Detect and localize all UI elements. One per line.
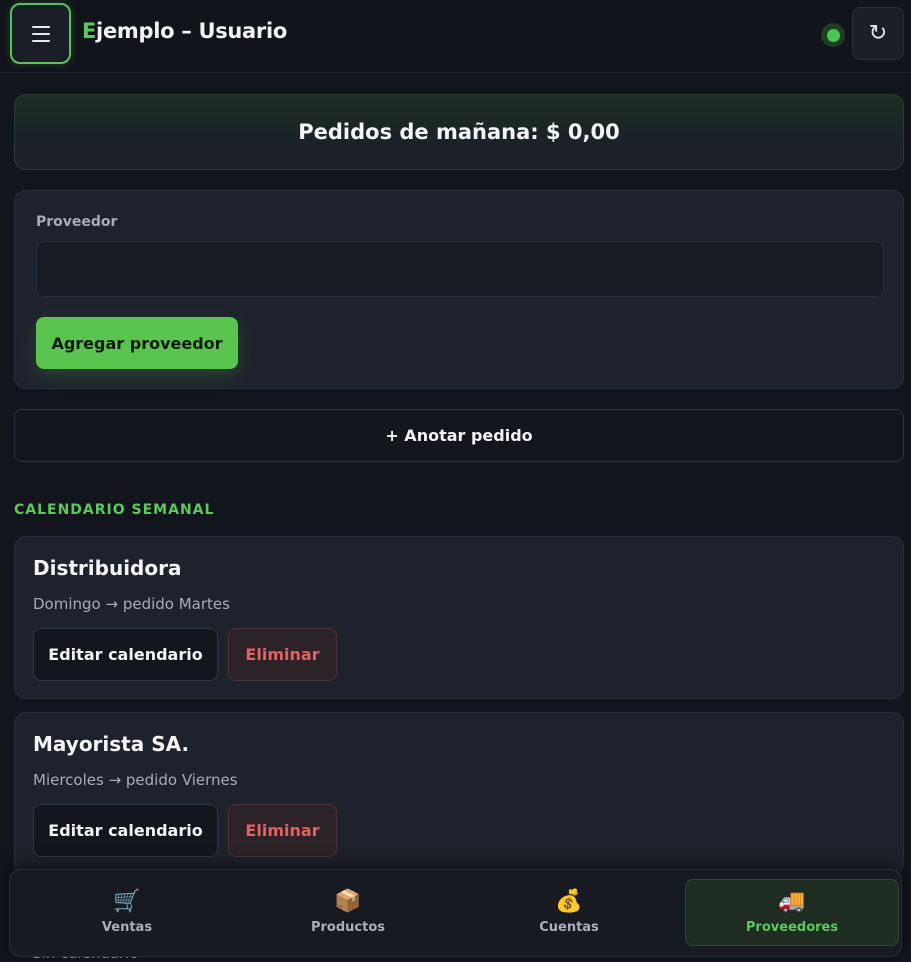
refresh-button[interactable]: ↻ xyxy=(852,7,904,60)
nav-item-proveedores[interactable]: 🚚 Proveedores xyxy=(685,879,899,946)
section-title: CALENDARIO SEMANAL xyxy=(14,502,215,518)
edit-calendar-button[interactable]: Editar calendario xyxy=(33,628,218,681)
menu-button[interactable] xyxy=(10,3,71,64)
cart-icon: 🛒 xyxy=(113,889,141,914)
title-initial: E xyxy=(82,19,97,43)
provider-input[interactable] xyxy=(36,241,884,297)
nav-item-label: Cuentas xyxy=(539,920,599,935)
provider-name: Mayorista SA. xyxy=(33,732,190,756)
provider-card: Mayorista SA. Miercoles → pedido Viernes… xyxy=(14,712,904,875)
provider-name: Distribuidora xyxy=(33,556,182,580)
title-text: jemplo – Usuario xyxy=(96,19,288,43)
package-icon: 📦 xyxy=(334,889,362,914)
nav-item-productos[interactable]: 📦 Productos xyxy=(243,879,453,946)
nav-item-label: Ventas xyxy=(101,920,153,935)
edit-calendar-button[interactable]: Editar calendario xyxy=(33,804,218,857)
nav-item-ventas[interactable]: 🛒 Ventas xyxy=(22,879,232,946)
hamburger-icon xyxy=(31,25,50,42)
delete-provider-button[interactable]: Eliminar xyxy=(228,628,337,681)
provider-card: Distribuidora Domingo → pedido Martes Ed… xyxy=(14,536,904,699)
provider-schedule: Miercoles → pedido Viernes xyxy=(33,771,238,789)
tomorrow-orders-summary: Pedidos de mañana: $ 0,00 xyxy=(14,94,904,170)
note-order-button[interactable]: + Anotar pedido xyxy=(14,409,904,462)
nav-item-label: Proveedores xyxy=(745,920,839,935)
summary-text: Pedidos de mañana: $ 0,00 xyxy=(298,120,620,144)
app-title: Ejemplo – Usuario xyxy=(82,19,287,43)
truck-icon: 🚚 xyxy=(778,889,806,914)
refresh-icon: ↻ xyxy=(868,21,888,46)
top-bar: Ejemplo – Usuario ↻ xyxy=(0,0,911,73)
connection-status-icon xyxy=(821,23,845,47)
nav-item-label: Productos xyxy=(310,920,386,935)
nav-item-cuentas[interactable]: 💰 Cuentas xyxy=(464,879,674,946)
add-provider-button[interactable]: Agregar proveedor xyxy=(36,317,238,369)
provider-schedule: Domingo → pedido Martes xyxy=(33,595,230,613)
money-bag-icon: 💰 xyxy=(555,889,583,914)
provider-field-label: Proveedor xyxy=(36,214,118,230)
bottom-navigation: 🛒 Ventas 📦 Productos 💰 Cuentas 🚚 Proveed… xyxy=(9,869,902,957)
delete-provider-button[interactable]: Eliminar xyxy=(228,804,337,857)
add-provider-card: Proveedor Agregar proveedor xyxy=(14,190,904,389)
